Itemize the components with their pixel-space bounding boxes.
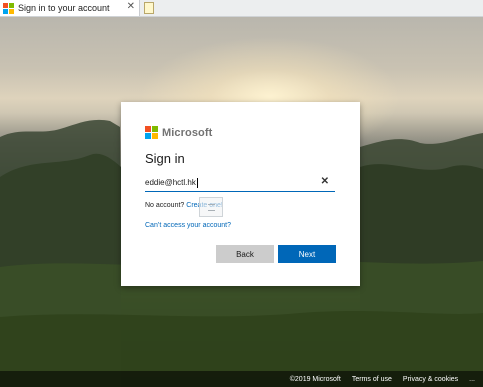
next-button[interactable]: Next	[278, 245, 336, 263]
microsoft-logo-icon	[3, 2, 14, 14]
text-caret	[196, 177, 198, 188]
back-button[interactable]: Back	[216, 245, 274, 263]
cant-access-account-link[interactable]: Can’t access your account?	[145, 222, 231, 229]
copy-tooltip-icon	[199, 197, 223, 217]
clear-icon[interactable]: ✕	[321, 176, 329, 187]
brand-name: Microsoft	[162, 126, 213, 139]
email-field[interactable]: eddie@hctl.hk ✕	[145, 174, 335, 192]
tab-title: Sign in to your account	[18, 3, 110, 13]
microsoft-logo-icon	[145, 126, 158, 139]
new-tab-button[interactable]	[142, 1, 155, 14]
more-options-button[interactable]: ...	[469, 376, 475, 383]
sign-in-card: Microsoft Sign in eddie@hctl.hk ✕ No acc…	[121, 102, 360, 286]
browser-tab-bar: Sign in to your account ✕	[0, 0, 483, 17]
terms-of-use-link[interactable]: Terms of use	[352, 376, 392, 383]
privacy-cookies-link[interactable]: Privacy & cookies	[403, 376, 458, 383]
new-tab-icon	[143, 1, 154, 14]
no-account-text: No account?	[145, 202, 185, 209]
page-title: Sign in	[145, 151, 185, 166]
browser-tab[interactable]: Sign in to your account ✕	[0, 0, 140, 16]
page-footer: ©2019 Microsoft Terms of use Privacy & c…	[0, 371, 483, 387]
close-tab-icon[interactable]: ✕	[127, 1, 135, 12]
email-value: eddie@hctl.hk	[145, 178, 196, 187]
copyright-text: ©2019 Microsoft	[289, 375, 341, 383]
microsoft-brand: Microsoft	[145, 126, 212, 139]
